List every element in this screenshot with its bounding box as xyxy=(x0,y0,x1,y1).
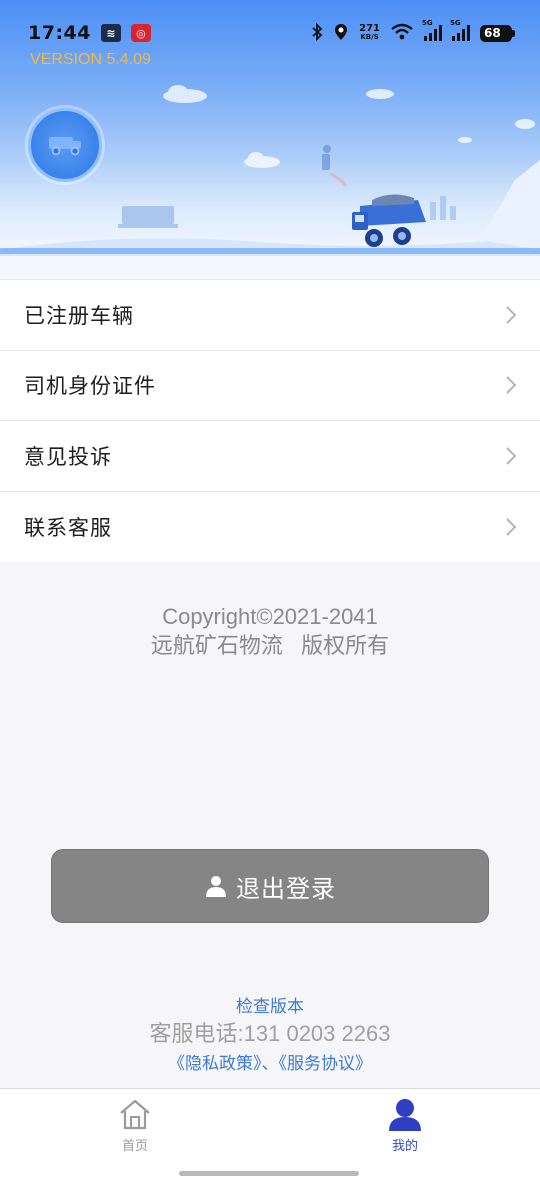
truck-icon xyxy=(49,137,81,156)
menu-item-feedback[interactable]: 意见投诉 xyxy=(0,421,540,492)
signal-1-tag: 5G xyxy=(422,19,433,27)
signal-2-tag: 5G xyxy=(450,19,461,27)
status-left: 17:44 ≋ ◎ xyxy=(28,22,151,44)
menu-item-contact-support[interactable]: 联系客服 xyxy=(0,492,540,563)
menu-item-label: 司机身份证件 xyxy=(24,374,156,399)
signal-2-icon: 5G xyxy=(450,19,470,41)
settings-menu: 已注册车辆 司机身份证件 意见投诉 联系客服 xyxy=(0,279,540,562)
bluetooth-icon xyxy=(311,22,323,44)
tab-mine-label: 我的 xyxy=(391,1139,418,1154)
status-right: 271 KB/S 5G 5G 68 xyxy=(311,19,515,44)
chevron-right-icon xyxy=(506,306,517,324)
status-time: 17:44 xyxy=(28,22,91,44)
chevron-right-icon xyxy=(506,447,517,465)
menu-item-registered-vehicles[interactable]: 已注册车辆 xyxy=(0,280,540,351)
location-icon xyxy=(333,23,349,44)
header-banner: 17:44 ≋ ◎ 271 KB/S 5G 5G 68 VERSION 5.4.… xyxy=(0,0,540,278)
menu-item-driver-id[interactable]: 司机身份证件 xyxy=(0,351,540,421)
network-speed-value: 271 xyxy=(359,23,380,34)
notification-app-icon: ≋ xyxy=(100,24,121,42)
logout-label: 退出登录 xyxy=(236,874,336,903)
signal-1-icon: 5G xyxy=(422,19,442,41)
profile-page: 17:44 ≋ ◎ 271 KB/S 5G 5G 68 VERSION 5.4.… xyxy=(0,0,540,1188)
app-version: VERSION 5.4.09 xyxy=(30,51,151,68)
battery-icon: 68 xyxy=(480,24,515,42)
network-speed-unit: KB/S xyxy=(360,33,379,41)
support-phone[interactable]: 客服电话:131 0203 2263 xyxy=(0,1016,540,1048)
notification-bank-icon: ◎ xyxy=(130,24,151,42)
user-icon xyxy=(206,876,226,897)
menu-item-label: 联系客服 xyxy=(24,515,112,540)
tab-home[interactable]: 首页 xyxy=(90,1097,180,1154)
network-speed: 271 KB/S xyxy=(359,24,380,42)
person-icon xyxy=(389,1099,421,1131)
copyright-owner: 远航矿石物流 版权所有 xyxy=(150,633,390,658)
menu-item-label: 意见投诉 xyxy=(24,444,112,469)
status-bar: 17:44 ≋ ◎ 271 KB/S 5G 5G 68 xyxy=(0,18,540,48)
avatar[interactable] xyxy=(28,108,102,182)
tab-mine[interactable]: 我的 xyxy=(360,1097,450,1154)
logout-button[interactable]: 退出登录 xyxy=(51,849,489,923)
wifi-icon xyxy=(390,23,414,44)
copyright: Copyright©2021-2041 远航矿石物流 版权所有 xyxy=(0,602,540,660)
copyright-years: Copyright©2021-2041 xyxy=(162,604,378,629)
check-version-link[interactable]: 检查版本 xyxy=(0,992,540,1017)
chevron-right-icon xyxy=(506,518,517,536)
chevron-right-icon xyxy=(506,376,517,394)
menu-item-label: 已注册车辆 xyxy=(24,303,134,328)
home-indicator xyxy=(179,1171,359,1176)
home-icon xyxy=(120,1099,150,1130)
tab-home-label: 首页 xyxy=(121,1139,148,1154)
privacy-and-terms-link[interactable]: 《隐私政策》、《服务协议》 xyxy=(0,1049,540,1074)
